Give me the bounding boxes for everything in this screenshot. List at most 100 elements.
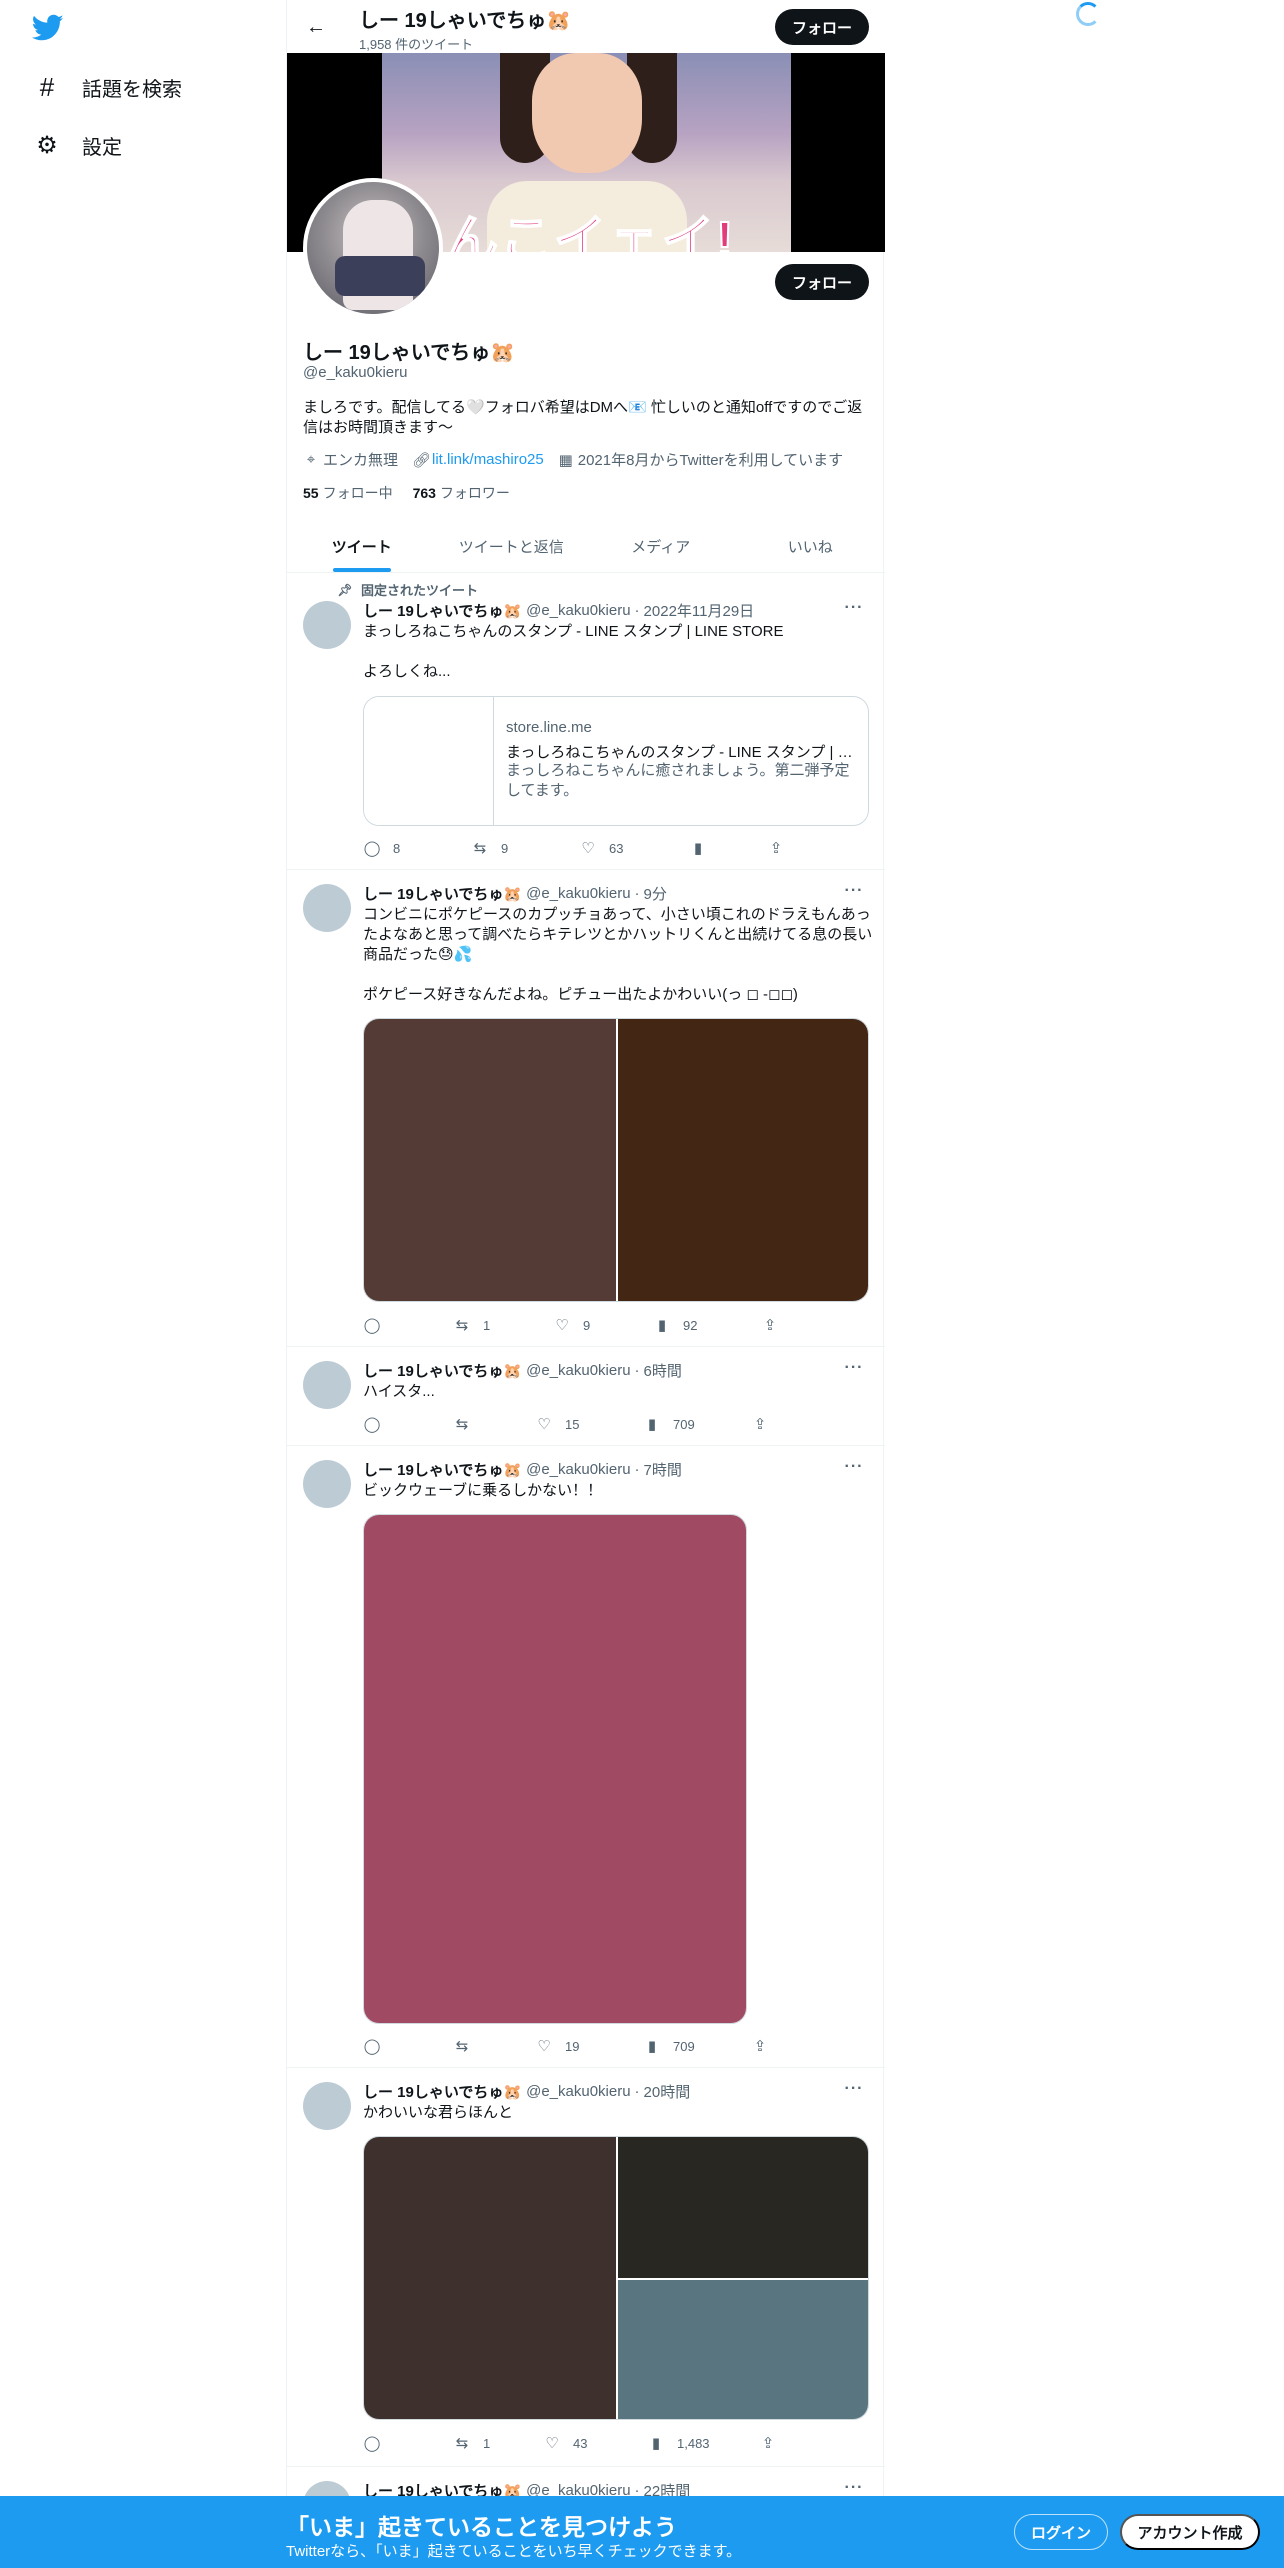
profile-avatar[interactable] xyxy=(303,178,443,318)
view-count: 709 xyxy=(673,1416,695,1432)
views-button[interactable]: ▮ 1,483 xyxy=(647,2434,759,2452)
tweet-author-name[interactable]: しー 19しゃいでちゅ🐹 xyxy=(363,883,522,904)
like-button[interactable]: ♡ 43 xyxy=(543,2434,647,2452)
tweet-media[interactable] xyxy=(363,1018,869,1302)
views-button[interactable]: ▮ 709 xyxy=(643,1415,751,1433)
retweet-button[interactable]: ⇆ 9 xyxy=(471,839,579,857)
nav-settings[interactable]: ⚙ 設定 xyxy=(34,125,122,165)
followers-link[interactable]: 763 フォロワー xyxy=(413,483,510,503)
pin-icon: 📌︎ xyxy=(337,582,353,597)
tweet-author-handle[interactable]: @e_kaku0kieru xyxy=(526,602,630,619)
more-options-icon[interactable]: ··· xyxy=(839,599,869,619)
login-button[interactable]: ログイン xyxy=(1014,2514,1108,2550)
signup-button[interactable]: アカウント作成 xyxy=(1120,2514,1260,2550)
media-image[interactable] xyxy=(364,2137,616,2419)
like-button[interactable]: ♡ 19 xyxy=(535,2037,643,2055)
link-card[interactable]: store.line.me まっしろねこちゃんのスタンプ - LINE スタンプ… xyxy=(363,696,869,826)
tweet-author-handle[interactable]: @e_kaku0kieru xyxy=(526,1461,630,1478)
like-button[interactable]: ♡ 15 xyxy=(535,1415,643,1433)
more-options-icon[interactable]: ··· xyxy=(839,1458,869,1478)
reply-button[interactable]: ◯ xyxy=(363,1316,453,1334)
share-button[interactable]: ⇪ xyxy=(767,839,785,857)
tweet[interactable]: 📌︎ 固定されたツイート しー 19しゃいでちゅ🐹 @e_kaku0kieru … xyxy=(287,573,885,870)
profile-follow-button[interactable]: フォロー xyxy=(775,264,869,300)
views-button[interactable]: ▮ 92 xyxy=(653,1316,761,1334)
tweet[interactable]: しー 19しゃいでちゅ🐹 @e_kaku0kieru · 9分 ··· コンビニ… xyxy=(287,870,885,1347)
share-button[interactable]: ⇪ xyxy=(751,2037,769,2055)
profile-tabs: ツイート ツイートと返信 メディア いいね xyxy=(287,520,885,573)
retweet-button[interactable]: ⇆ 1 xyxy=(453,1316,553,1334)
tweet-time[interactable]: 20時間 xyxy=(644,2081,691,2102)
tweet-header: しー 19しゃいでちゅ🐹 @e_kaku0kieru · 7時間 xyxy=(363,1459,682,1480)
tab-media-label: メディア xyxy=(631,538,691,556)
profile-location: ⌖ エンカ無理 xyxy=(303,449,398,470)
tweet[interactable]: しー 19しゃいでちゅ🐹 @e_kaku0kieru · 7時間 ··· ビック… xyxy=(287,1446,885,2068)
share-icon: ⇪ xyxy=(763,1317,777,1334)
tweet-author-name[interactable]: しー 19しゃいでちゅ🐹 xyxy=(363,600,522,621)
tweet-text: ビックウェーブに乗るしかない！！ xyxy=(363,1482,603,1499)
profile-link-item[interactable]: 🔗︎ lit.link/mashiro25 xyxy=(412,451,544,469)
tweet-author-name[interactable]: しー 19しゃいでちゅ🐹 xyxy=(363,2081,522,2102)
media-image[interactable] xyxy=(364,1019,616,1301)
share-button[interactable]: ⇪ xyxy=(761,1316,779,1334)
tweet-author-name[interactable]: しー 19しゃいでちゅ🐹 xyxy=(363,1459,522,1480)
media-image[interactable] xyxy=(618,2137,868,2278)
like-button[interactable]: ♡ 63 xyxy=(579,839,689,857)
reply-button[interactable]: ◯ 8 xyxy=(363,839,471,857)
card-title: まっしろねこちゃんのスタンプ - LINE スタンプ | LINE STORE xyxy=(506,744,858,761)
views-button[interactable]: ▮ xyxy=(689,839,767,857)
avatar[interactable] xyxy=(303,1361,351,1409)
media-image[interactable] xyxy=(618,1019,868,1301)
reply-button[interactable]: ◯ xyxy=(363,2037,453,2055)
tweet-time[interactable]: 7時間 xyxy=(644,1459,682,1480)
tweet-media[interactable] xyxy=(363,2136,869,2420)
retweet-count: 1 xyxy=(483,2435,491,2451)
retweet-button[interactable]: ⇆ xyxy=(453,2037,535,2055)
profile-header-bar: ← しー 19しゃいでちゅ🐹 1,958 件のツイート フォロー xyxy=(287,0,885,53)
card-description: まっしろねこちゃんに癒されましょう。第二弾予定してます。 xyxy=(506,762,850,799)
retweet-icon: ⇆ xyxy=(473,840,487,857)
header-follow-button[interactable]: フォロー xyxy=(775,9,869,45)
reply-button[interactable]: ◯ xyxy=(363,2434,453,2452)
tweet[interactable]: しー 19しゃいでちゅ🐹 @e_kaku0kieru · 20時間 ··· かわ… xyxy=(287,2068,885,2467)
share-button[interactable]: ⇪ xyxy=(751,1415,769,1433)
retweet-button[interactable]: ⇆ xyxy=(453,1415,535,1433)
tab-tweets-replies[interactable]: ツイートと返信 xyxy=(437,520,587,572)
like-button[interactable]: ♡ 9 xyxy=(553,1316,653,1334)
tweet-time[interactable]: 9分 xyxy=(644,883,667,904)
avatar[interactable] xyxy=(303,884,351,932)
retweet-button[interactable]: ⇆ 1 xyxy=(453,2434,543,2452)
avatar[interactable] xyxy=(303,1460,351,1508)
twitter-logo-icon[interactable] xyxy=(32,14,64,42)
tab-active-indicator xyxy=(332,568,391,572)
tab-tweets[interactable]: ツイート xyxy=(287,520,437,572)
views-button[interactable]: ▮ 709 xyxy=(643,2037,751,2055)
tweet-author-handle[interactable]: @e_kaku0kieru xyxy=(526,1362,630,1379)
tab-media[interactable]: メディア xyxy=(586,520,736,572)
tweet-author-name[interactable]: しー 19しゃいでちゅ🐹 xyxy=(363,1360,522,1381)
nav-explore[interactable]: # 話題を検索 xyxy=(34,67,182,107)
avatar[interactable] xyxy=(303,2082,351,2130)
share-button[interactable]: ⇪ xyxy=(759,2434,777,2452)
tweet-author-handle[interactable]: @e_kaku0kieru xyxy=(526,2083,630,2100)
tab-likes[interactable]: いいね xyxy=(736,520,886,572)
profile-link[interactable]: lit.link/mashiro25 xyxy=(432,451,544,468)
media-image[interactable] xyxy=(618,2280,868,2419)
tweet-actions: ◯ ⇆ ♡ 15 ▮ 709 ⇪ xyxy=(363,1414,803,1434)
tweet-author-handle[interactable]: @e_kaku0kieru xyxy=(526,885,630,902)
tweet-time[interactable]: 6時間 xyxy=(644,1360,682,1381)
tweet-media[interactable] xyxy=(363,1514,747,2024)
media-image[interactable] xyxy=(364,1515,746,2023)
view-count: 709 xyxy=(673,2038,695,2054)
reply-button[interactable]: ◯ xyxy=(363,1415,453,1433)
more-options-icon[interactable]: ··· xyxy=(839,1359,869,1379)
more-options-icon[interactable]: ··· xyxy=(839,2080,869,2100)
following-link[interactable]: 55 フォロー中 xyxy=(303,483,393,503)
back-arrow-icon[interactable]: ← xyxy=(301,12,331,42)
tweet[interactable]: しー 19しゃいでちゅ🐹 @e_kaku0kieru · 6時間 ··· ハイス… xyxy=(287,1347,885,1446)
hashtag-icon: # xyxy=(39,71,55,102)
tweet-time[interactable]: 2022年11月29日 xyxy=(644,600,755,621)
more-options-icon[interactable]: ··· xyxy=(839,882,869,902)
avatar[interactable] xyxy=(303,601,351,649)
card-thumbnail xyxy=(364,697,494,825)
